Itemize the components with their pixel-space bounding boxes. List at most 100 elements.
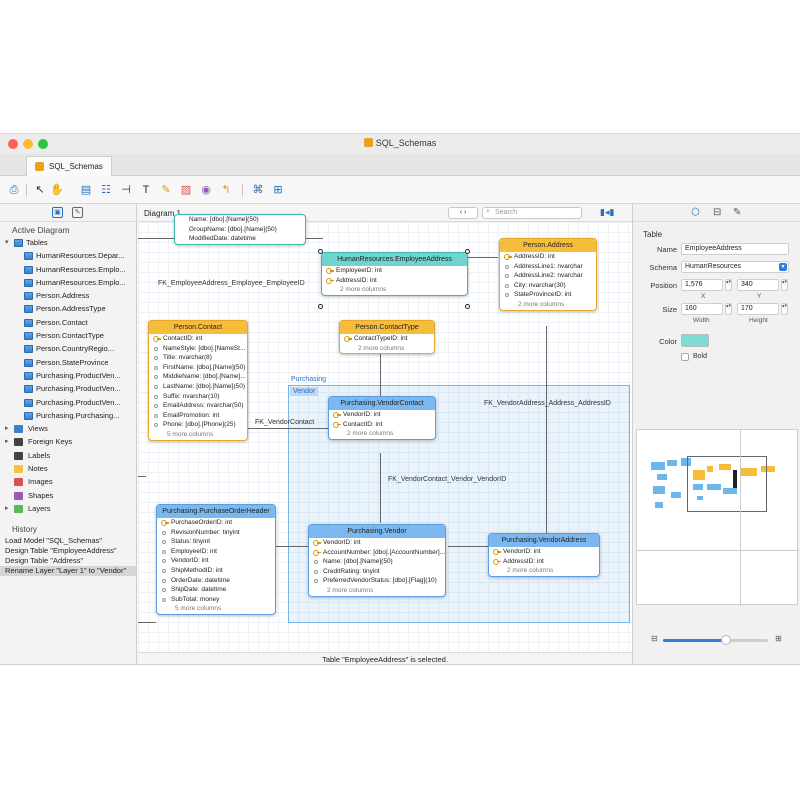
disclosure-open-icon[interactable]: ▾ — [5, 236, 9, 249]
layout-toggle-icon[interactable]: ▮◂▮ — [600, 207, 614, 218]
relation-line[interactable] — [546, 326, 547, 542]
tree-category-item[interactable]: Shapes — [0, 489, 136, 502]
tree-category-item[interactable]: Notes — [0, 462, 136, 475]
height-stepper[interactable]: ▴▾ — [781, 303, 788, 315]
table-entity[interactable]: Purchasing.PurchaseOrderHeader PurchaseOr… — [156, 504, 276, 615]
table-entity[interactable]: Name: [dbo].[Name](50) GroupName: [dbo].[… — [174, 214, 306, 245]
selection-handle[interactable] — [318, 304, 323, 309]
diagram-canvas[interactable]: Purchasing Vendor FK_EmployeeAddress_Emp… — [138, 214, 632, 652]
zoom-slider[interactable] — [663, 639, 768, 642]
shape-tool-icon[interactable]: ◉ — [200, 184, 212, 196]
tree-table-item[interactable]: Person.Contact — [0, 316, 136, 329]
tree-table-item[interactable]: Person.AddressType — [0, 302, 136, 315]
selection-handle[interactable] — [465, 249, 470, 254]
style-tab-icon[interactable]: ✎ — [733, 207, 741, 218]
position-y-field[interactable]: 340 — [737, 279, 779, 291]
tree-category-item[interactable]: ▸ Views — [0, 422, 136, 435]
tree-table-item[interactable]: Person.StateProvince — [0, 356, 136, 369]
image-tool-icon[interactable]: ▨ — [180, 184, 192, 196]
more-columns-row[interactable]: 2 more columns — [340, 344, 434, 354]
selection-handle[interactable] — [318, 249, 323, 254]
tree-table-item[interactable]: HumanResources.Depar... — [0, 249, 136, 262]
tree-table-item[interactable]: Person.CountryRegio... — [0, 342, 136, 355]
minimap-viewport[interactable] — [687, 456, 767, 512]
table-entity[interactable]: Person.Address AddressID: int AddressLine1… — [499, 238, 597, 311]
tree-category-item[interactable]: Labels — [0, 449, 136, 462]
new-table-icon[interactable]: ▤ — [80, 184, 92, 196]
table-entity[interactable]: HumanResources.EmployeeAddress EmployeeID… — [321, 252, 468, 296]
selection-handle[interactable] — [465, 304, 470, 309]
tree-category-item[interactable]: Images — [0, 475, 136, 488]
search-field[interactable]: ⌕ Search — [482, 207, 582, 219]
table-entity[interactable]: Purchasing.VendorContact VendorID: int Con… — [328, 396, 436, 440]
relation-line[interactable] — [138, 476, 146, 477]
name-field[interactable]: EmployeeAddress — [681, 243, 789, 255]
tab-sql-schemas[interactable]: SQL_Schemas — [26, 156, 112, 176]
more-columns-row[interactable]: 5 more columns — [157, 604, 275, 614]
tree-table-item[interactable]: Purchasing.ProductVen... — [0, 382, 136, 395]
table-tab-icon[interactable]: ⊟ — [713, 207, 721, 218]
tree-category-item[interactable]: ▸ Foreign Keys — [0, 435, 136, 448]
table-entity[interactable]: Purchasing.VendorAddress VendorID: int Add… — [488, 533, 600, 577]
align-icon[interactable]: ⊞ — [272, 184, 284, 196]
more-columns-row[interactable]: 2 more columns — [500, 300, 596, 310]
position-x-stepper[interactable]: ▴▾ — [725, 279, 732, 291]
more-columns-row[interactable]: 2 more columns — [309, 586, 445, 596]
zoom-out-icon[interactable]: ⊟ — [651, 634, 658, 643]
position-y-stepper[interactable]: ▴▾ — [781, 279, 788, 291]
table-entity[interactable]: Person.Contact ContactID: int NameStyle: [… — [148, 320, 248, 441]
width-stepper[interactable]: ▴▾ — [725, 303, 732, 315]
disclosure-closed-icon[interactable]: ▸ — [5, 422, 9, 435]
history-item[interactable]: Design Table "Address" — [0, 556, 136, 566]
objects-tab-icon[interactable]: ▣ — [52, 207, 63, 218]
layer-tool-icon[interactable]: ↰ — [220, 184, 232, 196]
history-item[interactable]: Design Table "EmployeeAddress" — [0, 546, 136, 556]
color-well[interactable] — [681, 334, 709, 347]
tree-tables[interactable]: ▾ Tables — [0, 236, 136, 249]
fk-label[interactable]: FK_VendorAddress_Address_AddressID — [484, 400, 611, 407]
fk-label[interactable]: FK_EmployeeAddress_Employee_EmployeeID — [158, 280, 305, 287]
relation-line[interactable] — [303, 238, 323, 239]
relation-line[interactable] — [246, 428, 328, 429]
more-columns-row[interactable]: 2 more columns — [489, 566, 599, 576]
disclosure-closed-icon[interactable]: ▸ — [5, 435, 9, 448]
tree-table-item[interactable]: HumanResources.Emplo... — [0, 276, 136, 289]
nav-arrows-button[interactable]: ‹ › — [448, 207, 478, 219]
minimap[interactable] — [636, 429, 799, 606]
fk-label[interactable]: FK_VendorContact — [255, 419, 314, 426]
tree-table-item[interactable]: HumanResources.Emplo... — [0, 263, 136, 276]
disclosure-closed-icon[interactable]: ▸ — [5, 502, 9, 515]
properties-tab-icon[interactable]: ⬡ — [691, 207, 700, 218]
tree-table-item[interactable]: Person.Address — [0, 289, 136, 302]
schema-select[interactable]: HumanResources ▾ — [681, 261, 789, 273]
tree-category-item[interactable]: ▸ Layers — [0, 502, 136, 515]
relation-line[interactable] — [138, 622, 156, 623]
tree-table-item[interactable]: Purchasing.Purchasing... — [0, 409, 136, 422]
relation-line[interactable] — [380, 453, 381, 523]
more-columns-row[interactable]: 2 more columns — [322, 285, 467, 295]
height-field[interactable]: 170 — [737, 303, 779, 315]
table-entity[interactable]: Person.ContactType ContactTypeID: int 2 mo… — [339, 320, 435, 355]
relation-line[interactable] — [138, 238, 168, 239]
relation-line[interactable] — [448, 546, 492, 547]
zoom-slider-knob[interactable] — [721, 635, 731, 645]
tree-table-item[interactable]: Purchasing.ProductVen... — [0, 369, 136, 382]
more-columns-row[interactable]: 5 more columns — [149, 430, 247, 440]
save-icon[interactable]: ⎙ — [8, 184, 20, 196]
foreign-key-tool-icon[interactable]: ⊣ — [120, 184, 132, 196]
tree-table-item[interactable]: Purchasing.ProductVen... — [0, 396, 136, 409]
zoom-in-icon[interactable]: ⊞ — [775, 634, 782, 643]
relation-line[interactable] — [468, 257, 498, 258]
position-x-field[interactable]: 1,576 — [681, 279, 723, 291]
new-view-icon[interactable]: ☷ — [100, 184, 112, 196]
bold-checkbox[interactable] — [681, 353, 689, 361]
history-tab-icon[interactable]: ✎ — [72, 207, 83, 218]
history-item[interactable]: Load Model "SQL_Schemas" — [0, 536, 136, 546]
more-columns-row[interactable]: 2 more columns — [329, 429, 435, 439]
width-field[interactable]: 160 — [681, 303, 723, 315]
hand-tool-icon[interactable]: ✋ — [50, 184, 64, 196]
pointer-tool-icon[interactable]: ↖ — [34, 184, 46, 196]
tree-table-item[interactable]: Person.ContactType — [0, 329, 136, 342]
relation-line[interactable] — [276, 546, 308, 547]
auto-layout-icon[interactable]: ⌘ — [252, 184, 264, 196]
